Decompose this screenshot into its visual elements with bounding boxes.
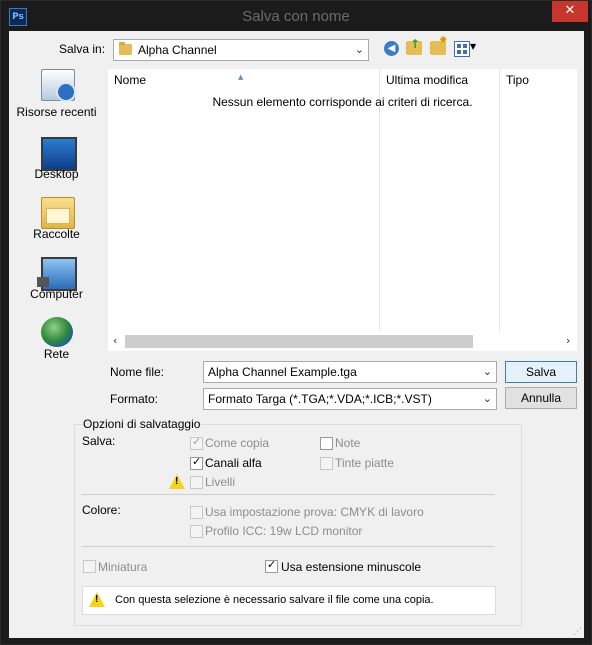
column-header-type[interactable]: Tipo [500, 69, 576, 91]
column-header-label: Tipo [506, 73, 529, 87]
alpha-channels-label: Canali alfa [205, 456, 262, 470]
spot-colors-label: Tinte piatte [335, 456, 394, 470]
color-label: Colore: [82, 503, 121, 517]
dialog-body: Salva in: Alpha Channel ⌄ ◀ ↑ ✸ ▼ Risors… [9, 31, 584, 638]
place-label: Raccolte [33, 227, 80, 241]
notes-label: Note [335, 436, 361, 450]
lowercase-extension-checkbox[interactable] [265, 558, 278, 573]
warning-message-box: ! Con questa selezione è necessario salv… [82, 586, 496, 615]
use-proof-setup-checkbox[interactable] [190, 506, 203, 519]
back-icon[interactable]: ◀ [384, 41, 399, 56]
cancel-button[interactable]: Annulla [505, 387, 577, 409]
use-proof-setup-label: Usa impostazione prova: CMYK di lavoro [205, 505, 424, 519]
format-value: Formato Targa (*.TGA;*.VDA;*.ICB;*.VST) [208, 392, 432, 406]
as-copy-label: Come copia [205, 436, 270, 450]
computer-icon [37, 257, 77, 291]
column-header-name[interactable]: Nome ▲ [108, 69, 378, 91]
title-bar[interactable]: Ps Salva con nome ✕ [1, 1, 591, 31]
libraries-icon [41, 197, 75, 229]
lowercase-extension-label: Usa estensione minuscole [281, 560, 422, 574]
warning-icon: ! [169, 474, 185, 489]
scroll-left-icon[interactable]: ‹ [113, 334, 117, 347]
thumbnail-label: Miniatura [98, 560, 148, 574]
save-options-title: Opzioni di salvataggio [82, 417, 202, 431]
sort-ascending-icon: ▲ [238, 73, 244, 81]
up-folder-icon[interactable]: ↑ [406, 37, 422, 55]
thumbnail-checkbox[interactable] [83, 560, 96, 573]
options-divider [82, 546, 494, 547]
filename-field[interactable]: Alpha Channel Example.tga ⌄ [203, 361, 497, 383]
column-header-label: Ultima modifica [386, 73, 469, 87]
view-menu-icon[interactable] [454, 41, 470, 57]
file-list[interactable]: Nome ▲ Ultima modifica Tipo Nessun eleme… [108, 69, 577, 351]
resize-grip-icon[interactable]: ⋰ [573, 627, 582, 637]
spot-colors-checkbox[interactable] [320, 457, 333, 470]
icc-profile-label: Profilo ICC: 19w LCD monitor [205, 524, 363, 538]
alpha-channels-checkbox[interactable] [190, 455, 203, 470]
column-header-label: Nome [114, 73, 147, 87]
place-label: Risorse recenti [16, 105, 97, 119]
close-button[interactable]: ✕ [552, 1, 588, 22]
filename-label: Nome file: [110, 365, 165, 379]
icc-profile-checkbox[interactable] [190, 525, 203, 538]
filename-value: Alpha Channel Example.tga [208, 365, 357, 379]
save-in-value: Alpha Channel [138, 43, 217, 57]
chevron-down-icon[interactable]: ⌄ [355, 43, 364, 56]
save-as-dialog: Ps Salva con nome ✕ Salva in: Alpha Chan… [0, 0, 592, 645]
save-label: Salva: [82, 434, 116, 448]
layers-checkbox[interactable] [190, 476, 203, 489]
save-in-dropdown[interactable]: Alpha Channel ⌄ [113, 39, 369, 61]
column-header-modified[interactable]: Ultima modifica [380, 69, 498, 91]
desktop-icon [41, 137, 77, 171]
horizontal-scrollbar[interactable]: ‹ › [108, 333, 577, 350]
places-bar: Risorse recenti Desktop Raccolte Compute… [9, 69, 104, 369]
place-label: Computer [30, 287, 83, 301]
chevron-down-icon[interactable]: ⌄ [483, 365, 492, 378]
dialog-title: Salva con nome [242, 8, 350, 25]
place-label: Desktop [34, 167, 79, 181]
new-folder-icon[interactable]: ✸ [430, 35, 447, 55]
notes-checkbox[interactable] [320, 437, 333, 450]
options-divider [82, 494, 494, 495]
warning-message: Con questa selezione è necessario salvar… [115, 594, 434, 606]
layers-label: Livelli [205, 475, 236, 489]
recent-places-icon [41, 69, 76, 102]
save-button[interactable]: Salva [505, 361, 577, 383]
save-in-label: Salva in: [59, 42, 106, 56]
format-label: Formato: [110, 392, 159, 406]
as-copy-checkbox[interactable] [190, 435, 203, 450]
scroll-right-icon[interactable]: › [566, 334, 570, 347]
chevron-down-icon[interactable]: ⌄ [483, 392, 492, 405]
format-dropdown[interactable]: Formato Targa (*.TGA;*.VDA;*.ICB;*.VST) … [203, 388, 497, 410]
view-menu-arrow-icon[interactable]: ▼ [470, 42, 476, 51]
network-icon [41, 317, 73, 347]
place-label: Rete [43, 347, 70, 361]
empty-list-message: Nessun elemento corrisponde ai criteri d… [212, 95, 473, 109]
scrollbar-thumb[interactable] [125, 335, 473, 348]
warning-icon: ! [89, 592, 105, 607]
folder-icon [119, 42, 132, 55]
